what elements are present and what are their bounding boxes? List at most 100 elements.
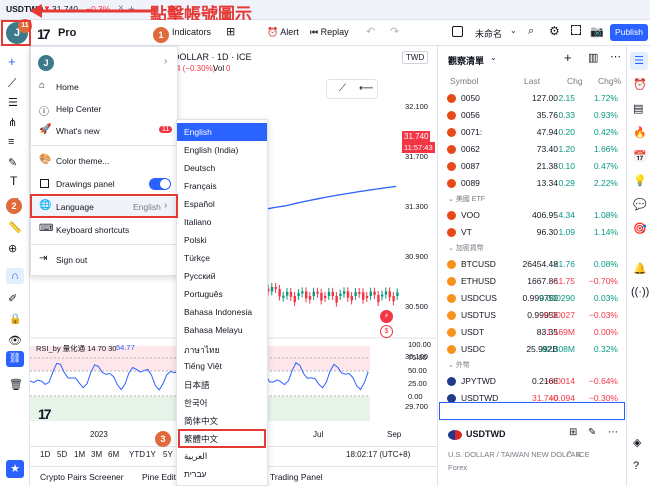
language-option[interactable]: Português (177, 285, 267, 303)
watchlist-row[interactable]: ETHUSD 1667.86 −11.75 −0.70% (438, 273, 627, 290)
col-symbol[interactable]: Symbol (450, 76, 478, 86)
watchlist-row[interactable]: USDT 83.35 −1.169M 0.00% (438, 324, 627, 341)
language-option[interactable]: Deutsch (177, 159, 267, 177)
menu-item-home[interactable]: ⌂ Home (31, 77, 177, 97)
pitchfork-icon[interactable]: ⋔ (8, 116, 17, 129)
range-button[interactable]: YTD (129, 450, 145, 459)
watchlist-chevron-icon[interactable]: ⌄ (490, 53, 497, 62)
tab-trading-panel[interactable]: Trading Panel (270, 472, 323, 482)
lock-icon[interactable]: 🔒 (9, 314, 21, 325)
range-button[interactable]: 1M (74, 450, 85, 459)
language-option[interactable]: Español (177, 195, 267, 213)
col-last[interactable]: Last (524, 76, 540, 86)
publish-button[interactable]: Publish (610, 24, 648, 41)
text-tool-icon[interactable]: T (10, 174, 17, 188)
ruler-icon[interactable]: 📏 (8, 221, 22, 234)
alert-button[interactable]: ⏰ Alert (267, 27, 299, 38)
watchlist-row[interactable]: 0062 73.40 1.20 1.66% (438, 141, 627, 158)
trash-icon[interactable]: 🗑 (9, 378, 23, 391)
detail-description[interactable]: U.S. DOLLAR / TAIWAN NEW DOLLAR (448, 450, 581, 459)
language-option[interactable]: Русский (177, 267, 267, 285)
language-option[interactable]: Bahasa Indonesia (177, 303, 267, 321)
watchlist-row[interactable]: VT 96.30 1.09 1.14% (438, 224, 627, 241)
range-button[interactable]: 1D (40, 450, 50, 459)
zoom-in-icon[interactable]: ⊕ (8, 242, 17, 255)
watchlist-group-header[interactable]: ⌄ 美國 ETF (448, 194, 485, 204)
calendar-icon[interactable]: 📅 (633, 150, 647, 163)
watchlist-group-header[interactable]: ⌄ 外幣 (448, 360, 470, 370)
watchlist-row[interactable]: JPYTWD 0.2168 −0.0014 −0.64% (438, 373, 627, 390)
dividend-icon[interactable]: $ (380, 325, 393, 338)
tab-crypto-screener[interactable]: Crypto Pairs Screener (40, 472, 124, 482)
watchlist-row[interactable]: 0089 13.34 0.29 2.22% (438, 175, 627, 192)
crosshair-icon[interactable]: + (8, 54, 16, 69)
col-chg[interactable]: Chg (567, 76, 583, 86)
range-button[interactable]: 5Y (163, 450, 173, 459)
watchlist-row[interactable]: 0071: 47.94 0.20 0.42% (438, 124, 627, 141)
streams-icon[interactable]: 🎯 (633, 222, 647, 235)
detail-edit-icon[interactable]: ✎ (588, 427, 596, 438)
layout-chevron-icon[interactable]: ⌄ (510, 26, 517, 35)
watchlist-group-header[interactable]: ⌄ 加密貨幣 (448, 243, 484, 253)
menu-item-keyboard-shortcuts[interactable]: ⌨ Keyboard shortcuts (31, 220, 177, 240)
language-option[interactable]: 日本語 (177, 375, 267, 393)
watchlist-row[interactable]: 0087 21.38 0.10 0.47% (438, 158, 627, 175)
menu-item-drawings-panel[interactable]: Drawings panel (31, 174, 177, 194)
watchlist-row[interactable]: 0056 35.76 0.33 0.93% (438, 107, 627, 124)
watchlist-row[interactable]: BTCUSD 26454.48 21.76 0.08% (438, 256, 627, 273)
language-option[interactable]: 한국어 (177, 393, 267, 411)
eye-icon[interactable]: 👁 (8, 334, 22, 347)
brush-icon[interactable]: ✎ (8, 156, 17, 169)
language-option[interactable]: English (India) (177, 141, 267, 159)
redo-icon[interactable]: ↷ (390, 25, 399, 38)
ideas-icon[interactable]: 💡 (633, 174, 647, 187)
event-icon[interactable]: ⚡ (380, 310, 393, 323)
language-option[interactable]: Tiếng Việt (177, 357, 267, 375)
replay-button[interactable]: ⏮ Replay (310, 27, 349, 38)
hotlists-icon[interactable]: 🔥 (633, 126, 647, 139)
language-option[interactable]: ภาษาไทย (177, 339, 267, 357)
broadcast-icon[interactable]: ((·)) (631, 286, 649, 298)
undo-icon[interactable]: ↶ (366, 25, 375, 38)
col-chgp[interactable]: Chg% (598, 76, 621, 86)
language-option[interactable]: Bahasa Melayu (177, 321, 267, 339)
watchlist-row[interactable]: USDCUS 0.999750 0.000290 0.03% (438, 290, 627, 307)
layers-icon[interactable]: ◈ (633, 436, 641, 449)
camera-icon[interactable]: 📷 (590, 25, 604, 38)
templates-icon[interactable]: ⊞ (226, 25, 235, 38)
language-option[interactable]: 简体中文 (177, 411, 267, 429)
watchlist-row[interactable]: 0050 127.00 2.15 1.72% (438, 90, 627, 107)
star-favorites-icon[interactable]: ★ (6, 460, 24, 478)
fullscreen-icon[interactable] (571, 25, 581, 35)
lock-draw-icon[interactable]: ✐ (8, 292, 17, 305)
language-option[interactable]: Italiano (177, 213, 267, 231)
range-button[interactable]: 1Y (146, 450, 156, 459)
watchlist-row[interactable]: USDC 25.992B 82.308M 0.32% (438, 341, 627, 358)
range-button[interactable]: 3M (91, 450, 102, 459)
menu-item-help[interactable]: ⓘ Help Center (31, 99, 177, 119)
language-option[interactable]: Türkçe (177, 249, 267, 267)
settings-gear-icon[interactable]: ⚙ (549, 24, 560, 38)
magnet-icon[interactable]: ∩ (6, 268, 24, 284)
indicators-button[interactable]: Indicators (172, 27, 211, 37)
horizontal-lines-icon[interactable]: ☰ (8, 96, 18, 109)
fib-icon[interactable]: ≡ (8, 136, 14, 148)
trend-line-icon[interactable]: ⟋ (8, 76, 16, 91)
layout-icon[interactable] (452, 26, 463, 37)
range-button[interactable]: 6M (108, 450, 119, 459)
notifications-icon[interactable]: 🔔 (633, 262, 647, 275)
alerts-sidebar-icon[interactable]: ⏰ (633, 78, 647, 91)
language-option[interactable]: العربية (177, 447, 267, 465)
watchlist-row[interactable]: VOO 406.95 4.34 1.08% (438, 207, 627, 224)
menu-item-whats-new[interactable]: 🚀 What's new 11 (31, 121, 177, 141)
menu-item-sign-out[interactable]: ⇥ Sign out (31, 250, 177, 270)
watchlist-layout-icon[interactable]: ▥ (588, 51, 598, 64)
add-symbol-icon[interactable]: + (564, 50, 572, 65)
language-option[interactable]: Polski (177, 231, 267, 249)
language-option[interactable]: English (177, 123, 267, 141)
menu-item-color-theme[interactable]: 🎨 Color theme... (31, 151, 177, 171)
quick-search-icon[interactable]: ⌕ (528, 25, 534, 38)
detail-more-icon[interactable]: ⋯ (608, 427, 618, 438)
language-option[interactable]: Français (177, 177, 267, 195)
drawings-panel-toggle[interactable] (149, 178, 171, 190)
